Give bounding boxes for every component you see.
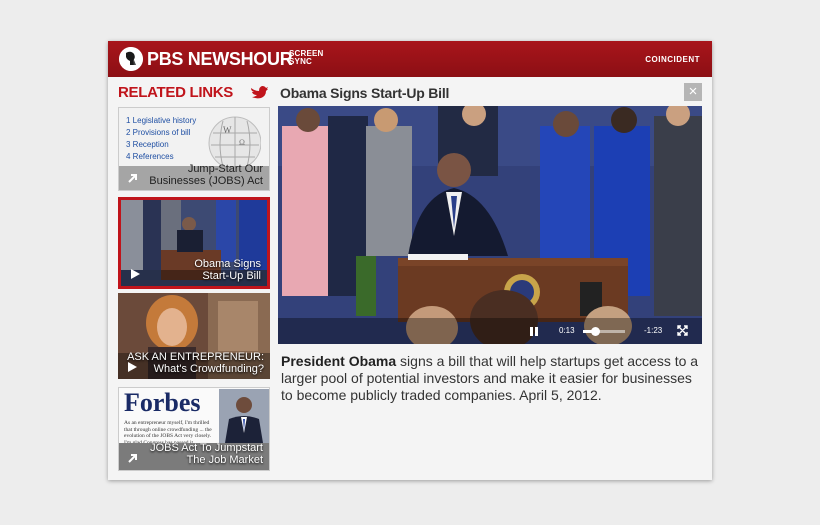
video-player[interactable]: 0:13 -1:23: [278, 106, 702, 344]
card-caption: JOBS Act To Jumpstart The Job Market: [150, 442, 263, 466]
article-photo: [219, 389, 269, 443]
pbs-head-icon: [119, 47, 143, 71]
related-card-video-selected[interactable]: Obama Signs Start-Up Bill: [118, 197, 270, 289]
fullscreen-icon[interactable]: [677, 325, 688, 336]
card-caption-line2: What's Crowdfunding?: [153, 363, 264, 375]
time-elapsed: 0:13: [559, 326, 575, 335]
card-caption: Jump-Start Our Businesses (JOBS) Act: [149, 161, 269, 190]
svg-text:Ω: Ω: [239, 138, 245, 147]
related-card-wikipedia[interactable]: 1 Legislative history 2 Provisions of bi…: [118, 107, 270, 191]
card-caption-line1: JOBS Act To Jumpstart: [150, 442, 263, 454]
arrow-link-icon: [128, 174, 137, 183]
page-title: Obama Signs Start-Up Bill: [280, 85, 450, 101]
video-frame: [278, 106, 702, 344]
time-remaining: -1:23: [644, 326, 663, 335]
related-links-title: RELATED LINKS: [118, 84, 233, 101]
card-caption-line2: Businesses (JOBS) Act: [149, 175, 263, 187]
forbes-masthead: Forbes: [124, 388, 201, 417]
screen-sync-panel: PBS NEWSHOUR SCREEN SYNC COINCIDENT RELA…: [108, 41, 712, 480]
close-button[interactable]: ×: [684, 83, 702, 101]
wiki-contents-list: 1 Legislative history 2 Provisions of bi…: [126, 115, 196, 163]
card-caption-line1: ASK AN ENTREPRENEUR:: [127, 351, 264, 363]
wiki-contents-item: 3 Reception: [126, 140, 169, 149]
related-card-crowdfunding[interactable]: ASK AN ENTREPRENEUR: What's Crowdfunding…: [118, 293, 270, 379]
card-caption: ASK AN ENTREPRENEUR: What's Crowdfunding…: [127, 351, 264, 375]
wikipedia-globe-icon: W Ω: [208, 116, 261, 167]
card-caption-line2: Start-Up Bill: [202, 270, 261, 282]
card-caption-line1: Jump-Start Our: [187, 163, 263, 175]
play-icon: [131, 269, 140, 279]
video-description: President Obama signs a bill that will h…: [281, 353, 701, 404]
arrow-link-icon: [128, 454, 137, 463]
scrub-bar[interactable]: [583, 327, 625, 336]
twitter-bird-icon[interactable]: [250, 85, 268, 99]
wiki-contents-item: 2 Provisions of bill: [126, 128, 191, 137]
wiki-contents-item: 1 Legislative history: [126, 116, 197, 125]
card-caption-line2: The Job Market: [186, 454, 263, 466]
description-subject: President Obama: [281, 353, 397, 369]
related-card-forbes[interactable]: Forbes As an entrepreneur myself, I'm th…: [118, 387, 270, 471]
card-caption-line1: Obama Signs: [194, 258, 261, 270]
brand-title: PBS NEWSHOUR: [147, 49, 293, 69]
scrub-handle[interactable]: [591, 327, 601, 336]
svg-text:W: W: [223, 125, 232, 135]
video-controls: 0:13 -1:23: [278, 318, 702, 344]
header-bar: PBS NEWSHOUR SCREEN SYNC COINCIDENT: [108, 41, 712, 77]
partner-logo[interactable]: COINCIDENT: [645, 55, 700, 64]
card-caption: Obama Signs Start-Up Bill: [194, 258, 261, 282]
brand-subtitle: SCREEN SYNC: [289, 49, 324, 66]
pause-icon[interactable]: [530, 327, 538, 336]
